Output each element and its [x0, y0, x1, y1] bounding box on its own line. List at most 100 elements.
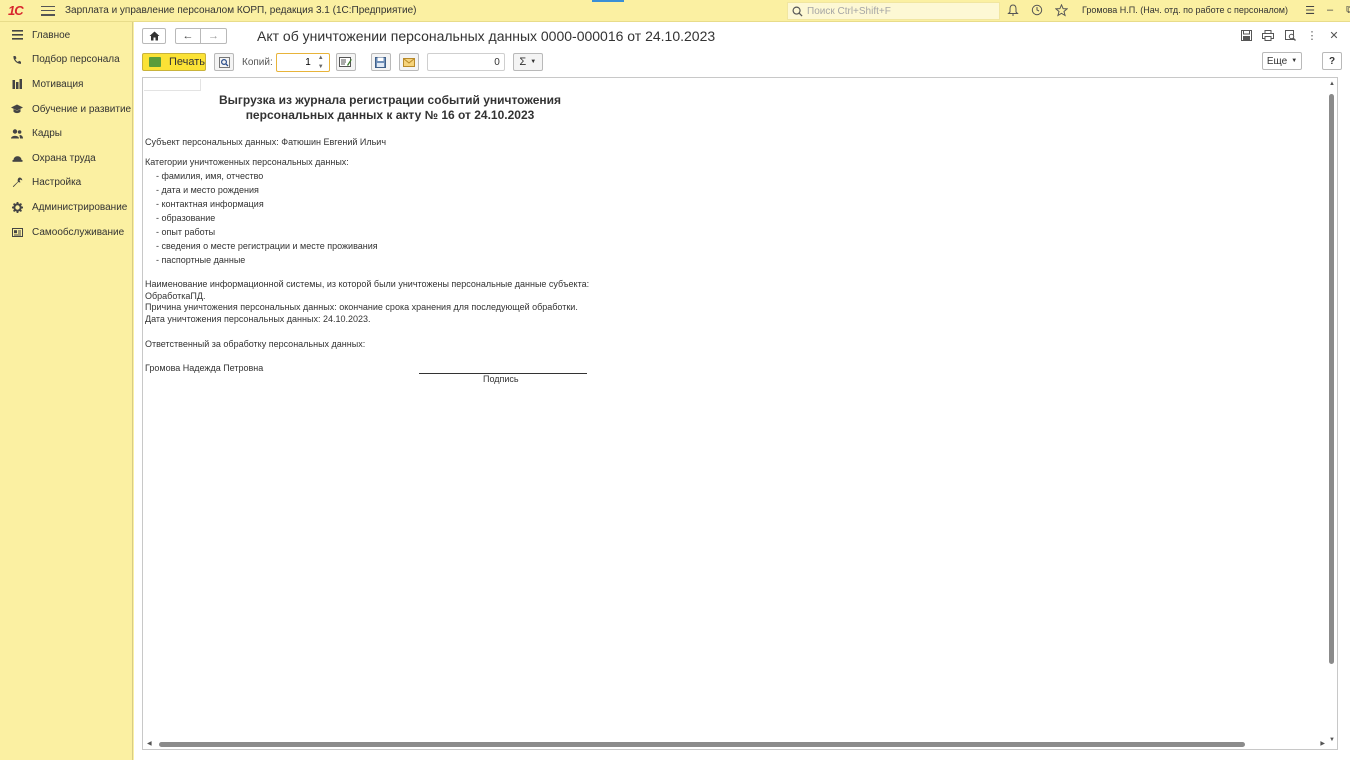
- spreadsheet-document[interactable]: Выгрузка из журнала регистрации событий …: [142, 77, 1338, 750]
- sum-mode-button[interactable]: Σ ▼: [512, 53, 543, 71]
- search-placeholder: Поиск Ctrl+Shift+F: [807, 5, 891, 17]
- menu-lines-icon: [11, 29, 23, 41]
- magnifier-icon: [218, 56, 230, 68]
- printer-icon: [149, 57, 161, 67]
- category-item: - фамилия, имя, отчество: [156, 171, 264, 181]
- card-icon: [11, 226, 23, 238]
- back-button[interactable]: ←: [175, 28, 201, 44]
- floppy-icon: [375, 56, 387, 68]
- phone-icon: [11, 54, 23, 66]
- app-title: Зарплата и управление персоналом КОРП, р…: [65, 5, 417, 16]
- category-item: - сведения о месте регистрации и месте п…: [156, 241, 378, 251]
- vertical-scroll-thumb[interactable]: [1329, 94, 1334, 664]
- window-actions: ⋮ ✕: [1230, 29, 1340, 42]
- save-icon[interactable]: [1240, 29, 1252, 41]
- send-email-button[interactable]: [398, 53, 419, 71]
- subject-line: Субъект персональных данных: Фатюшин Евг…: [145, 137, 387, 147]
- home-icon: [149, 31, 159, 41]
- main-menu-icon[interactable]: [41, 5, 55, 16]
- sidebar-item-labor-safety[interactable]: Охрана труда: [0, 146, 132, 171]
- category-item: - дата и место рождения: [156, 185, 259, 195]
- sigma-icon: Σ: [519, 56, 527, 68]
- arrow-right-icon: →: [208, 30, 219, 42]
- category-item: - образование: [156, 213, 216, 223]
- sidebar-item-training[interactable]: Обучение и развитие: [0, 97, 132, 122]
- sidebar-item-label: Охрана труда: [32, 152, 96, 164]
- document-content: Выгрузка из журнала регистрации событий …: [145, 91, 605, 384]
- copies-field[interactable]: ▲ ▼: [275, 52, 330, 72]
- current-user[interactable]: Громова Н.П. (Нач. отд. по работе с перс…: [1082, 5, 1288, 15]
- scroll-down-icon[interactable]: ▼: [1328, 736, 1336, 744]
- arrow-left-icon: ←: [182, 30, 194, 42]
- scroll-up-icon[interactable]: ▲: [1328, 80, 1336, 88]
- sidebar-item-label: Настройка: [32, 177, 82, 189]
- sidebar-item-label: Кадры: [32, 128, 62, 140]
- bell-icon[interactable]: [1006, 3, 1020, 17]
- horizontal-scrollbar[interactable]: ◀ ▶: [145, 740, 1325, 748]
- sidebar-item-main[interactable]: Главное: [0, 23, 132, 48]
- sidebar-item-self-service[interactable]: Самообслуживание: [0, 220, 132, 245]
- horizontal-scroll-thumb[interactable]: [159, 742, 1245, 747]
- more-vertical-icon[interactable]: ⋮: [1306, 29, 1318, 42]
- document-window: ← → Акт об уничтожении персональных данн…: [134, 22, 1350, 760]
- people-icon: [11, 128, 23, 140]
- scroll-left-icon[interactable]: ◀: [147, 740, 152, 747]
- settings-menu-icon[interactable]: ☰: [1300, 4, 1320, 17]
- category-item: - контактная информация: [156, 199, 264, 209]
- more-button[interactable]: Еще ▼: [1262, 52, 1302, 70]
- gear-icon: [11, 201, 23, 213]
- sidebar-item-label: Мотивация: [32, 78, 84, 90]
- print-toolbar: Печать Копий: ▲ ▼ 0 Σ ▼ Еще ▼: [142, 52, 1342, 72]
- categories-title: Категории уничтоженных персональных данн…: [145, 157, 349, 167]
- bars-icon: [11, 78, 23, 90]
- preview-icon[interactable]: [1284, 29, 1296, 41]
- system-line: Наименование информационной системы, из …: [145, 279, 590, 289]
- star-icon[interactable]: [1054, 3, 1068, 17]
- global-search-input[interactable]: Поиск Ctrl+Shift+F: [787, 2, 1000, 20]
- sections-sidebar: Главное Подбор персонала Мотивация Обуче…: [0, 22, 133, 760]
- chevron-down-icon: ▼: [1291, 58, 1298, 64]
- save-to-file-button[interactable]: [370, 53, 391, 71]
- copies-label: Копий:: [242, 56, 273, 68]
- sum-field: 0: [426, 53, 505, 71]
- home-button[interactable]: [142, 28, 166, 44]
- history-icon[interactable]: [1030, 3, 1044, 17]
- category-item: - опыт работы: [156, 227, 216, 237]
- sidebar-item-recruitment[interactable]: Подбор персонала: [0, 48, 132, 73]
- wrench-icon: [11, 177, 23, 189]
- copies-stepper[interactable]: ▲ ▼: [315, 55, 327, 70]
- chevron-down-icon[interactable]: ▼: [318, 64, 324, 70]
- graduation-cap-icon: [11, 103, 23, 115]
- preview-button[interactable]: [214, 53, 234, 71]
- helmet-icon: [11, 152, 23, 164]
- page-title: Акт об уничтожении персональных данных 0…: [257, 28, 716, 44]
- sidebar-item-personnel[interactable]: Кадры: [0, 121, 132, 146]
- sidebar-item-settings[interactable]: Настройка: [0, 171, 132, 196]
- printer-icon[interactable]: [1262, 29, 1274, 41]
- scroll-right-icon[interactable]: ▶: [1320, 740, 1325, 747]
- close-window-icon[interactable]: ✕: [1328, 29, 1340, 42]
- sidebar-item-administration[interactable]: Администрирование: [0, 195, 132, 220]
- cell-header: [144, 79, 201, 91]
- vertical-scrollbar[interactable]: ▲ ▼: [1328, 80, 1336, 744]
- envelope-icon: [402, 57, 415, 67]
- reason-line: Причина уничтожения персональных данных:…: [145, 302, 578, 312]
- app-logo: 1С: [8, 3, 24, 18]
- sidebar-item-motivation[interactable]: Мотивация: [0, 72, 132, 97]
- forward-button[interactable]: →: [201, 28, 227, 44]
- signature-label: Подпись: [483, 374, 519, 384]
- destruction-date-line: Дата уничтожения персональных данных: 24…: [145, 313, 371, 324]
- chevron-up-icon[interactable]: ▲: [318, 55, 324, 61]
- copies-input[interactable]: [276, 54, 313, 70]
- help-button[interactable]: ?: [1322, 52, 1342, 70]
- heading-line: Выгрузка из журнала регистрации событий …: [219, 93, 561, 107]
- category-item: - паспортные данные: [156, 255, 246, 265]
- edit-mode-button[interactable]: [335, 53, 356, 71]
- more-button-label: Еще: [1266, 55, 1288, 67]
- print-button[interactable]: Печать: [142, 53, 206, 71]
- responsible-title: Ответственный за обработку персональных …: [145, 339, 366, 349]
- restore-icon[interactable]: ⧉: [1340, 4, 1350, 17]
- sidebar-item-label: Администрирование: [32, 201, 128, 213]
- minimize-icon[interactable]: –: [1320, 4, 1340, 16]
- search-icon: [792, 6, 803, 17]
